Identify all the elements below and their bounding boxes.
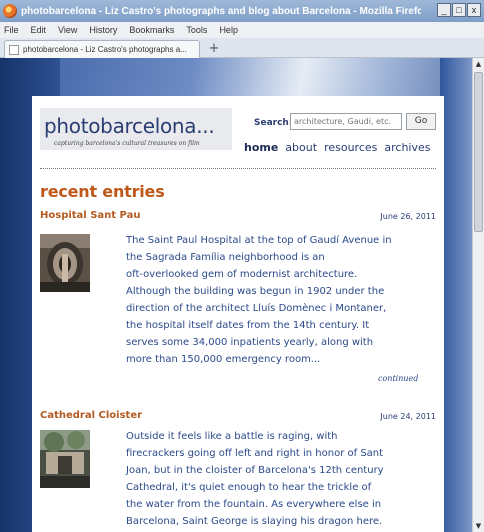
nav-resources[interactable]: resources [324, 141, 377, 154]
menu-history[interactable]: History [89, 25, 117, 35]
main-nav: home about resources archives [244, 141, 430, 154]
site-title: photobarcelona... [44, 114, 215, 138]
entry-thumbnail-cloister[interactable] [40, 430, 90, 488]
entry-text-line: Outside it feels like a battle is raging… [126, 431, 338, 442]
window-controls: _ □ x [437, 3, 481, 17]
entry-text-line: more than 150,000 emergency room... [126, 354, 321, 365]
entry-title-hospital-sant-pau[interactable]: Hospital Sant Pau [40, 210, 140, 221]
menu-view[interactable]: View [58, 25, 77, 35]
new-tab-button[interactable]: + [204, 41, 224, 57]
entry-excerpt-hospital: The Saint Paul Hospital at the top of Ga… [126, 232, 432, 368]
scroll-thumb[interactable] [474, 72, 483, 232]
entry-text-line: serves some 34,000 inpatients yearly, al… [126, 337, 374, 348]
search-go-button[interactable]: Go [406, 113, 436, 130]
entry-text-line: Barcelona, Saint George is slaying his d… [126, 516, 383, 527]
entry-excerpt-cloister: Outside it feels like a battle is raging… [126, 428, 432, 530]
scroll-up-arrow-icon[interactable]: ▲ [473, 58, 484, 70]
entry-text-line: the water from the fountain. As everywhe… [126, 499, 382, 510]
entry-text-line: Joan, but in the cloister of Barcelona's… [126, 465, 384, 476]
entry-text-line: the hospital itself dates from the 14th … [126, 320, 370, 331]
nav-home[interactable]: home [244, 141, 278, 154]
entry-text-line: the Sagrada Família neighborhood is an [126, 252, 325, 263]
page-content: photobarcelona... capturing barcelona's … [32, 96, 444, 532]
window-titlebar: photobarcelona - Liz Castro's photograph… [0, 0, 484, 22]
entry-title-cathedral-cloister[interactable]: Cathedral Cloister [40, 410, 142, 421]
background-photo-edge [440, 58, 472, 532]
page-favicon-icon [9, 44, 19, 55]
entry-date: June 24, 2011 [380, 412, 436, 421]
entry-text-line: direction of the architect Lluís Domènec… [126, 303, 387, 314]
photo-thumbnail-icon [40, 430, 90, 488]
page-viewport: photobarcelona... capturing barcelona's … [0, 58, 472, 532]
menu-help[interactable]: Help [219, 25, 238, 35]
minimize-button[interactable]: _ [437, 3, 451, 17]
site-tagline: capturing barcelona's cultural treasures… [54, 140, 200, 147]
menu-file[interactable]: File [4, 25, 19, 35]
menu-bookmarks[interactable]: Bookmarks [129, 25, 174, 35]
entry-text-line: Cathedral, it's quiet enough to hear the… [126, 482, 372, 493]
firefox-logo-icon [3, 4, 17, 18]
site-logo[interactable]: photobarcelona... capturing barcelona's … [40, 108, 232, 150]
menu-tools[interactable]: Tools [186, 25, 207, 35]
tab-label: photobarcelona - Liz Castro's photograph… [23, 45, 187, 54]
photo-thumbnail-icon [40, 234, 90, 292]
search-input[interactable] [290, 113, 402, 130]
close-button[interactable]: x [467, 3, 481, 17]
tab-bar: photobarcelona - Liz Castro's photograph… [0, 38, 484, 58]
entry-text-line: Although the building was begun in 1902 … [126, 286, 385, 297]
entry-thumbnail-hospital[interactable] [40, 234, 90, 292]
continued-link[interactable]: continued [378, 374, 418, 383]
nav-archives[interactable]: archives [384, 141, 430, 154]
entry-text-line: firecrackers going off left and right in… [126, 448, 384, 459]
window-title: photobarcelona - Liz Castro's photograph… [21, 5, 421, 17]
maximize-button[interactable]: □ [452, 3, 466, 17]
entry-date: June 26, 2011 [380, 212, 436, 221]
entry-text-line: oft-overlooked gem of modernist architec… [126, 269, 358, 280]
header-divider [40, 168, 436, 169]
nav-about[interactable]: about [285, 141, 317, 154]
vertical-scrollbar[interactable]: ▲ ▼ [472, 58, 484, 532]
scroll-down-arrow-icon[interactable]: ▼ [473, 520, 484, 532]
menu-bar: File Edit View History Bookmarks Tools H… [0, 22, 484, 38]
menu-edit[interactable]: Edit [31, 25, 47, 35]
search-label: Search: [254, 118, 293, 128]
tab-photobarcelona[interactable]: photobarcelona - Liz Castro's photograph… [4, 40, 200, 58]
entry-text-line: The Saint Paul Hospital at the top of Ga… [126, 235, 392, 246]
section-title: recent entries [40, 182, 165, 201]
